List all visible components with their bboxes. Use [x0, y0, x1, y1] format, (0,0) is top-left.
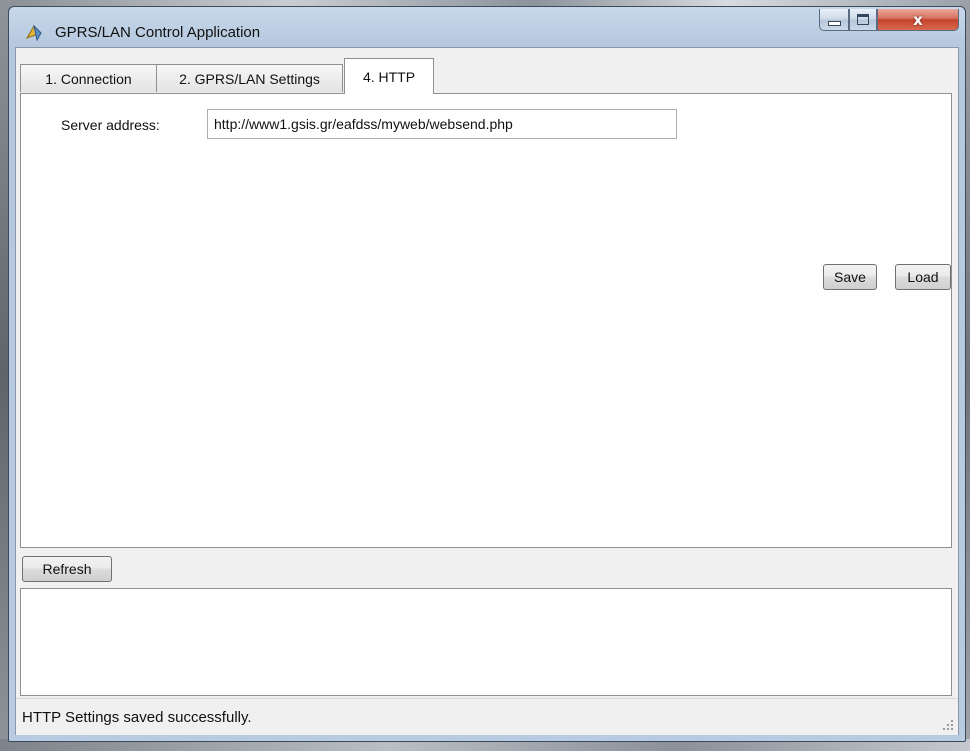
window-client-area: 1. Connection 2. GPRS/LAN Settings 4. HT… [15, 47, 959, 735]
window-title: GPRS/LAN Control Application [55, 24, 261, 41]
close-button[interactable]: x [877, 9, 959, 31]
server-address-input[interactable] [207, 109, 677, 139]
refresh-button[interactable]: Refresh [22, 556, 112, 582]
http-tab-panel: Server address: Save Load [20, 93, 952, 548]
maximize-icon [857, 14, 869, 25]
title-bar[interactable]: GPRS/LAN Control Application x [9, 7, 965, 51]
tab-strip: 1. Connection 2. GPRS/LAN Settings 4. HT… [20, 58, 950, 94]
app-icon [25, 24, 42, 42]
status-bar: HTTP Settings saved successfully. [16, 698, 958, 735]
close-icon: x [913, 10, 923, 29]
app-window: GPRS/LAN Control Application x 1. Connec… [8, 6, 966, 742]
tab-http[interactable]: 4. HTTP [344, 58, 434, 94]
minimize-icon [827, 21, 841, 26]
tab-connection[interactable]: 1. Connection [20, 64, 157, 92]
tab-gprs-lan-settings[interactable]: 2. GPRS/LAN Settings [156, 64, 343, 92]
server-address-label: Server address: [61, 117, 160, 133]
save-button[interactable]: Save [823, 264, 877, 290]
status-message: HTTP Settings saved successfully. [22, 709, 252, 726]
minimize-button[interactable] [819, 9, 849, 31]
resize-grip-icon[interactable] [942, 719, 954, 731]
refresh-toolbar: Refresh [16, 548, 958, 588]
load-button[interactable]: Load [895, 264, 951, 290]
maximize-button[interactable] [849, 9, 877, 31]
log-output-area[interactable] [20, 588, 952, 696]
